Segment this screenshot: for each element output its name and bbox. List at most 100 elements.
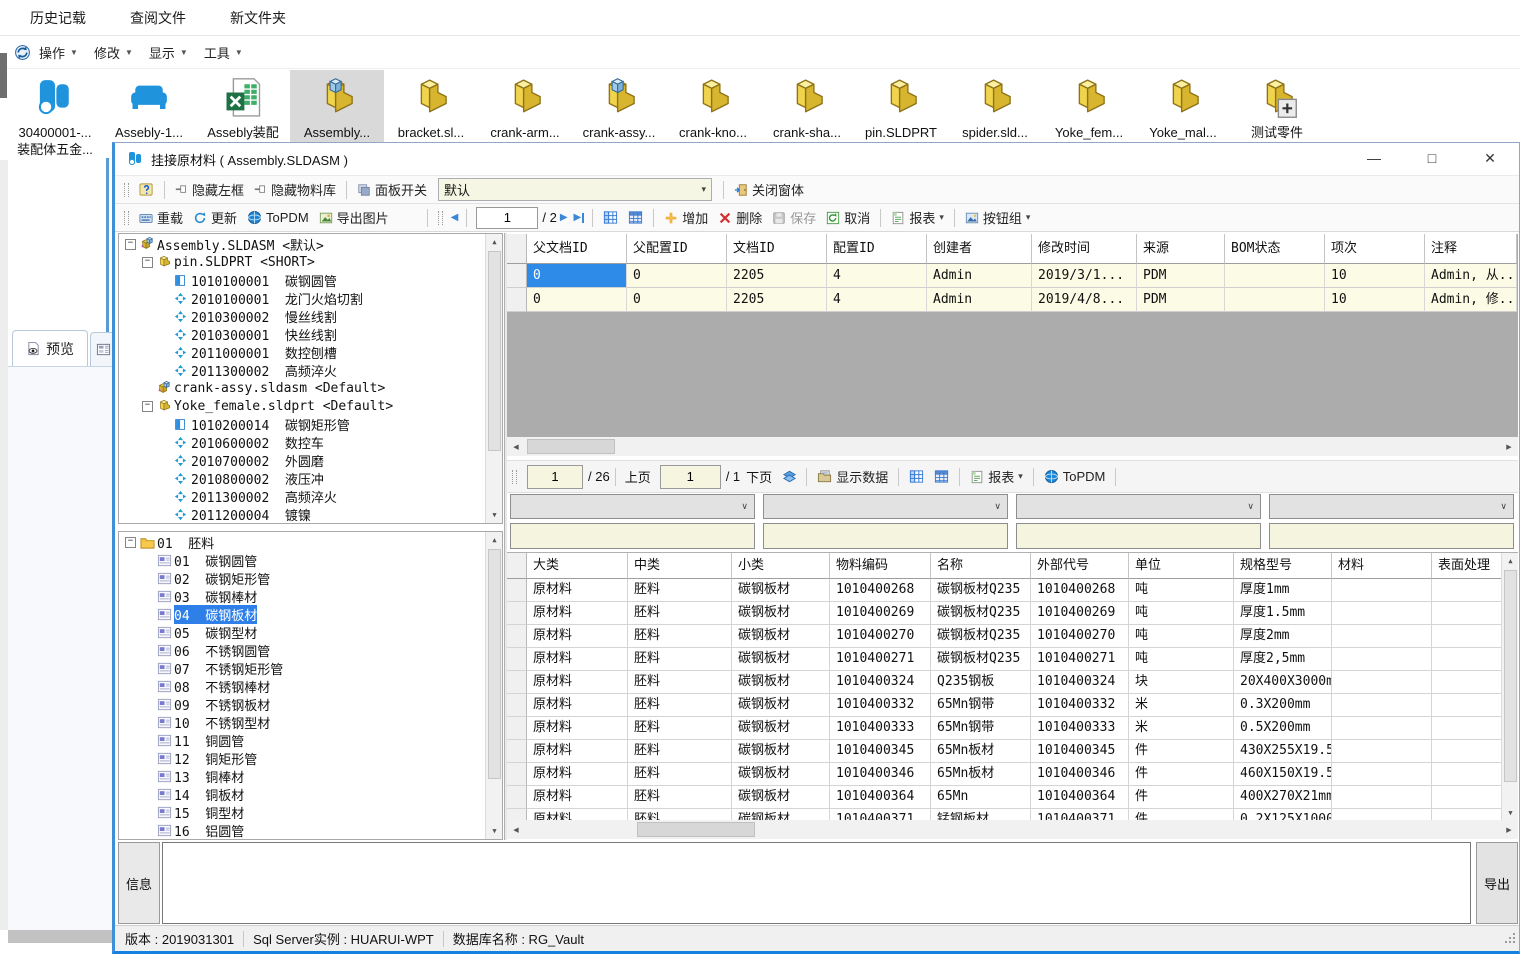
scroll-right-icon[interactable]: ▶: [1500, 820, 1518, 839]
prev-page-button[interactable]: 上页: [625, 467, 651, 486]
cell[interactable]: 米: [1129, 717, 1234, 740]
column-header[interactable]: 外部代号: [1031, 553, 1129, 579]
cell[interactable]: 吨: [1129, 648, 1234, 671]
cell[interactable]: 块: [1129, 671, 1234, 694]
column-header[interactable]: 规格型号: [1234, 553, 1332, 579]
table-row[interactable]: 原材料胚料碳钢板材1010400269碳钢板材Q2351010400269吨厚度…: [507, 602, 1518, 625]
table-row[interactable]: 原材料胚料碳钢板材101040036465Mn1010400364件400X27…: [507, 786, 1518, 809]
cell[interactable]: 碳钢板材Q235: [931, 625, 1031, 648]
cell[interactable]: 原材料: [527, 648, 628, 671]
cell[interactable]: 厚度2,5mm: [1234, 648, 1332, 671]
scroll-right-icon[interactable]: ▶: [1500, 437, 1518, 456]
cell[interactable]: 碳钢板材: [732, 786, 830, 809]
column-header[interactable]: 文档ID: [727, 234, 827, 264]
document-tree-scrollbar[interactable]: ▲ ▼: [485, 234, 502, 523]
cell[interactable]: 碳钢板材: [732, 740, 830, 763]
material-page-input[interactable]: [527, 465, 583, 489]
cell[interactable]: 碳钢板材: [732, 694, 830, 717]
cell[interactable]: 1010400346: [1031, 763, 1129, 786]
delete-button[interactable]: 删除: [713, 206, 767, 229]
tree-item[interactable]: 06 不锈钢圆管: [119, 641, 502, 659]
show-data-button[interactable]: 显示数据: [812, 465, 893, 488]
cell[interactable]: 2205: [727, 288, 827, 312]
menu-new-folder[interactable]: 新文件夹: [230, 8, 286, 28]
column-header[interactable]: 父文档ID: [527, 234, 627, 264]
cell[interactable]: 1010400269: [830, 602, 931, 625]
view-select[interactable]: 默认 ▾: [438, 178, 712, 201]
cell[interactable]: [1432, 648, 1502, 671]
filter-combo-4[interactable]: ∨: [1269, 494, 1514, 519]
tree-item[interactable]: −Assembly.SLDASM <默认>: [119, 235, 502, 253]
cell[interactable]: [1332, 648, 1432, 671]
tree-item[interactable]: 11 铜圆管: [119, 731, 502, 749]
column-header[interactable]: 注释: [1425, 234, 1517, 264]
menu-modify[interactable]: 修改▼: [94, 43, 133, 62]
scroll-up-icon[interactable]: ▲: [486, 234, 503, 250]
cell[interactable]: 厚度1.5mm: [1234, 602, 1332, 625]
tree-item[interactable]: 01 碳钢圆管: [119, 551, 502, 569]
tree-item[interactable]: 2010600002 数控车: [119, 433, 502, 451]
cell[interactable]: 吨: [1129, 625, 1234, 648]
tree-item[interactable]: 2010800002 液压冲: [119, 469, 502, 487]
cell[interactable]: 胚料: [628, 717, 732, 740]
tree-item[interactable]: 2010300002 慢丝线割: [119, 307, 502, 325]
cell[interactable]: 原材料: [527, 602, 628, 625]
tree-item[interactable]: −01 胚料: [119, 533, 502, 551]
cell[interactable]: 0: [627, 264, 727, 288]
tree-item[interactable]: 2011300002 高频淬火: [119, 487, 502, 505]
hide-stock-library-button[interactable]: 隐藏物料库: [249, 178, 341, 201]
cell[interactable]: 1010400324: [830, 671, 931, 694]
column-header[interactable]: 项次: [1325, 234, 1425, 264]
column-header[interactable]: 来源: [1137, 234, 1225, 264]
cell[interactable]: 厚度1mm: [1234, 579, 1332, 602]
grid-detail-button[interactable]: [623, 208, 648, 227]
cell[interactable]: 1010400346: [830, 763, 931, 786]
cell[interactable]: 件: [1129, 786, 1234, 809]
table-row[interactable]: 原材料胚料碳钢板材101040034665Mn板材1010400346件460X…: [507, 763, 1518, 786]
column-header[interactable]: 配置ID: [827, 234, 927, 264]
cell[interactable]: 2019/3/1...: [1032, 264, 1137, 288]
cell[interactable]: 2019/4/8...: [1032, 288, 1137, 312]
cell[interactable]: 2205: [727, 264, 827, 288]
close-window-button[interactable]: 关闭窗体: [729, 178, 809, 201]
cell[interactable]: 10: [1325, 288, 1425, 312]
cell[interactable]: 400X270X21mm: [1234, 786, 1332, 809]
cell[interactable]: 原材料: [527, 579, 628, 602]
filter-input-1[interactable]: [510, 523, 755, 549]
cell[interactable]: 0: [627, 288, 727, 312]
cell[interactable]: 胚料: [628, 786, 732, 809]
filter-combo-3[interactable]: ∨: [1016, 494, 1261, 519]
cell[interactable]: [1332, 602, 1432, 625]
material-subpage-input[interactable]: [660, 465, 721, 489]
tree-item[interactable]: 2010700002 外圆磨: [119, 451, 502, 469]
cell[interactable]: [1332, 786, 1432, 809]
cell[interactable]: 10: [1325, 264, 1425, 288]
column-header[interactable]: 中类: [628, 553, 732, 579]
cell[interactable]: 碳钢板材Q235: [931, 579, 1031, 602]
cell[interactable]: [1332, 717, 1432, 740]
cell[interactable]: 原材料: [527, 671, 628, 694]
table-row[interactable]: 原材料胚料碳钢板材101040033265Mn钢带1010400332米0.3X…: [507, 694, 1518, 717]
cell[interactable]: [1432, 625, 1502, 648]
cell[interactable]: [1225, 288, 1325, 312]
scroll-thumb[interactable]: [1504, 570, 1517, 782]
cell[interactable]: PDM: [1137, 288, 1225, 312]
tree-item[interactable]: 07 不锈钢矩形管: [119, 659, 502, 677]
cell[interactable]: 米: [1129, 694, 1234, 717]
cell[interactable]: 1010400364: [1031, 786, 1129, 809]
cell[interactable]: Admin, 从...: [1425, 264, 1517, 288]
help-button[interactable]: [134, 180, 159, 199]
cell[interactable]: 1010400270: [1031, 625, 1129, 648]
scroll-down-icon[interactable]: ▼: [486, 507, 503, 523]
cell[interactable]: 胚料: [628, 694, 732, 717]
cell[interactable]: 胚料: [628, 602, 732, 625]
menu-history[interactable]: 历史记载: [30, 8, 86, 28]
scroll-down-icon[interactable]: ▼: [486, 823, 503, 839]
cell[interactable]: [1332, 579, 1432, 602]
cell[interactable]: 碳钢板材: [732, 602, 830, 625]
menu-display[interactable]: 显示▼: [149, 43, 188, 62]
tree-item[interactable]: crank-assy.sldasm <Default>: [119, 379, 502, 397]
scroll-left-icon[interactable]: ◀: [507, 437, 525, 456]
column-header[interactable]: 大类: [527, 553, 628, 579]
panel-switch-button[interactable]: 面板开关: [352, 178, 432, 201]
